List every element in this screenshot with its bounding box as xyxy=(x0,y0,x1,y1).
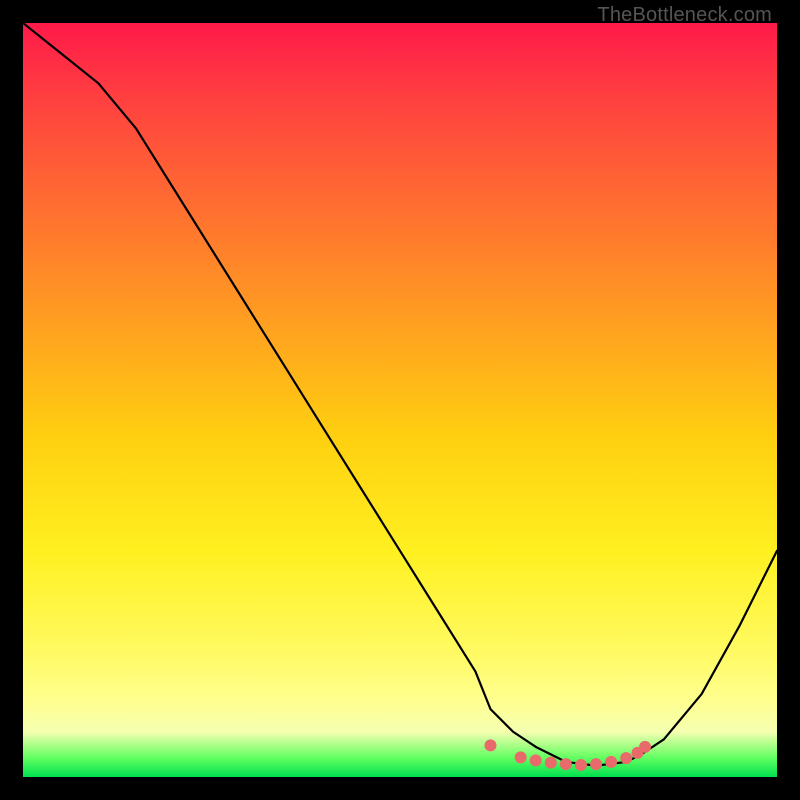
highlight-dot xyxy=(575,759,587,771)
highlight-dot xyxy=(639,741,651,753)
highlight-dot xyxy=(484,739,496,751)
curve-line xyxy=(23,23,777,766)
highlight-dot xyxy=(530,754,542,766)
plot-area xyxy=(23,23,777,777)
highlight-dot xyxy=(560,758,572,770)
highlight-dot xyxy=(620,752,632,764)
watermark-text: TheBottleneck.com xyxy=(597,4,772,27)
highlight-dot xyxy=(590,758,602,770)
bottleneck-curve xyxy=(23,23,777,777)
highlight-dot xyxy=(515,751,527,763)
highlight-dot xyxy=(545,757,557,769)
chart-frame: TheBottleneck.com xyxy=(0,0,800,800)
highlight-dot xyxy=(605,756,617,768)
